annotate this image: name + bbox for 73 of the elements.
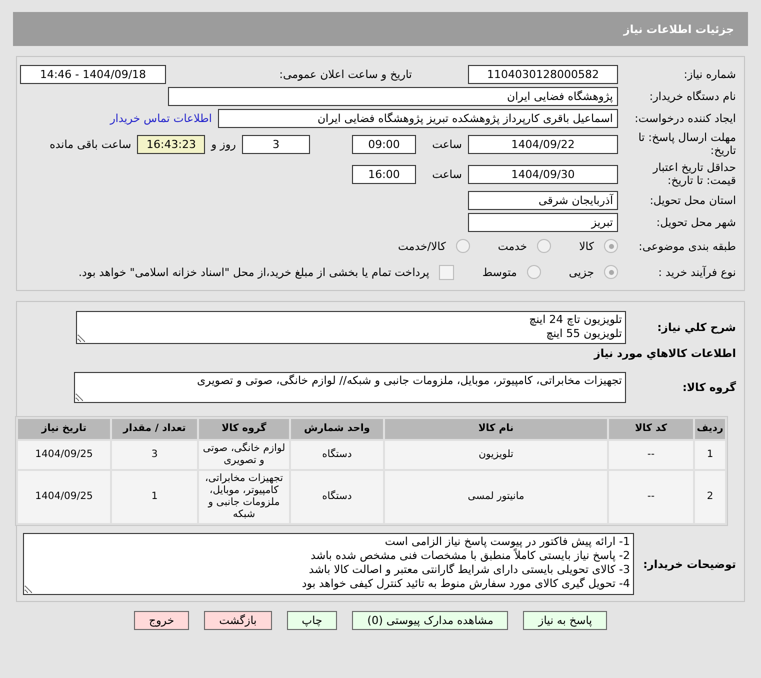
field-label: شرح کلي نياز: <box>656 320 737 334</box>
option-label: متوسط <box>482 266 517 278</box>
option-label: پرداخت تمام یا بخشی از مبلغ خرید،از محل "اسناد خزانه اسلامی" خواهد بود. <box>78 266 430 278</box>
column-header: گروه کالا <box>199 419 289 439</box>
page-header: جزئیات اطلاعات نیاز <box>13 12 748 46</box>
goods-group-field[interactable]: تجهیزات مخابراتی، کامپیوتر، موبایل، ملزومات جانبی و شبکه// لوازم خانگی، صوتی و تصویری <box>74 372 626 402</box>
field-label: نام دستگاه خریدار: <box>648 90 737 102</box>
time-label: ساعت <box>431 138 462 150</box>
radio-button[interactable] <box>456 239 470 253</box>
radio-button[interactable] <box>537 239 552 253</box>
days-field: 3 <box>242 134 310 154</box>
option-label: جزیی <box>568 266 594 278</box>
column-header: کد کالا <box>609 419 693 439</box>
column-header: ردیف <box>695 419 725 439</box>
option-label: کالا/خدمت <box>398 240 446 252</box>
table-cell: -- <box>609 441 693 469</box>
table-cell: 1 <box>112 471 197 523</box>
summary-field[interactable]: تلويزيون تاچ 24 اينچ تلويزيون 55 اينچ <box>76 310 626 344</box>
column-header: تاریخ نیاز <box>18 419 110 439</box>
table-cell: مانیتور لمسی <box>385 471 607 523</box>
field-label: تاریخ و ساعت اعلان عمومی: <box>278 68 413 80</box>
column-header: واحد شمارش <box>291 419 383 439</box>
announce-date-field: 1404/09/18 - 14:46 <box>20 64 166 84</box>
radio-button[interactable] <box>604 239 618 253</box>
table-cell: تلویزیون <box>385 441 607 469</box>
remaining-time-field: 16:43:23 <box>137 134 206 154</box>
table-cell: دستگاه <box>291 471 383 523</box>
days-label: روز و <box>211 138 236 150</box>
action-button[interactable]: خروج <box>134 611 190 630</box>
time-label: ساعت <box>431 168 462 180</box>
remaining-label: ساعت باقی مانده <box>50 138 132 150</box>
table-cell: 1 <box>695 441 725 469</box>
buyer-notes-field[interactable]: 1- ارائه پیش فاکتور در پیوست پاسخ نیاز الزامی است 2- پاسخ نیاز بایستی کاملاً منطبق با مشخصات فنی مشخص شده باشد 3- کالای تحویلی بایستی دارای شرایط گارانتی معتبر و اصالت کالا باشد 4- تحویل گیری کالای مورد سفارش منوط به تائید کنترل کیفی خواهد بود <box>23 533 634 595</box>
radio-button[interactable] <box>604 265 618 279</box>
field-label: طبقه بندی موضوعی: <box>638 240 737 252</box>
field-label: حداقل تاریخ اعتبار قیمت: تا تاریخ: <box>652 161 737 187</box>
deadline-date-field: 1404/09/22 <box>468 134 618 154</box>
table-cell: 2 <box>695 471 725 523</box>
column-header: تعداد / مقدار <box>112 419 197 439</box>
column-header: نام کالا <box>385 419 607 439</box>
option-label: کالا <box>579 240 594 252</box>
action-button[interactable]: مشاهده مدارک پیوستی (0) <box>352 611 508 630</box>
validity-date-field: 1404/09/30 <box>468 164 618 184</box>
table-cell: تجهیزات مخابراتی، کامپیوتر، موبایل، ملزومات جانبی و شبکه <box>199 471 289 523</box>
option-label: خدمت <box>498 240 528 252</box>
action-button[interactable]: پاسخ به نیاز <box>523 611 608 630</box>
radio-button[interactable] <box>526 265 541 279</box>
need-number-field: 1104030128000582 <box>468 64 618 84</box>
city-field: تبریز <box>468 212 618 232</box>
field-label: مهلت ارسال پاسخ: تا تاریخ: <box>637 131 737 157</box>
checkbox[interactable] <box>439 264 454 280</box>
buyer-field: پژوهشگاه فضایی ایران <box>168 86 618 106</box>
field-label: شهر محل تحویل: <box>655 216 737 228</box>
action-button[interactable]: بازگشت <box>204 611 272 630</box>
deadline-time-field: 09:00 <box>352 134 416 154</box>
field-label: گروه کالا: <box>681 380 737 394</box>
field-label: نوع فرآیند خرید : <box>657 266 737 278</box>
section-heading: اطلاعات کالاهاي مورد نياز <box>592 347 737 360</box>
field-label: شماره نیاز: <box>682 68 737 80</box>
field-label: ایجاد کننده درخواست: <box>634 112 737 124</box>
table-cell: دستگاه <box>291 441 383 469</box>
field-label: توضیحات خریدار: <box>642 558 737 570</box>
table-cell: 1404/09/25 <box>18 471 110 523</box>
province-field: آذربایجان شرقی <box>468 190 618 210</box>
table-cell: لوازم خانگی، صوتی و تصویری <box>199 441 289 469</box>
table-cell: 3 <box>112 441 197 469</box>
table-cell: -- <box>609 471 693 523</box>
action-button[interactable]: چاپ <box>286 611 338 630</box>
buyer-contact-link[interactable]: اطلاعات تماس خریدار <box>110 112 212 124</box>
creator-field: اسماعیل باقری کارپرداز پژوهشکده تبریز پژوهشگاه فضایی ایران <box>218 108 618 128</box>
table-cell: 1404/09/25 <box>18 441 110 469</box>
field-label: استان محل تحویل: <box>648 194 737 206</box>
validity-time-field: 16:00 <box>352 164 416 184</box>
